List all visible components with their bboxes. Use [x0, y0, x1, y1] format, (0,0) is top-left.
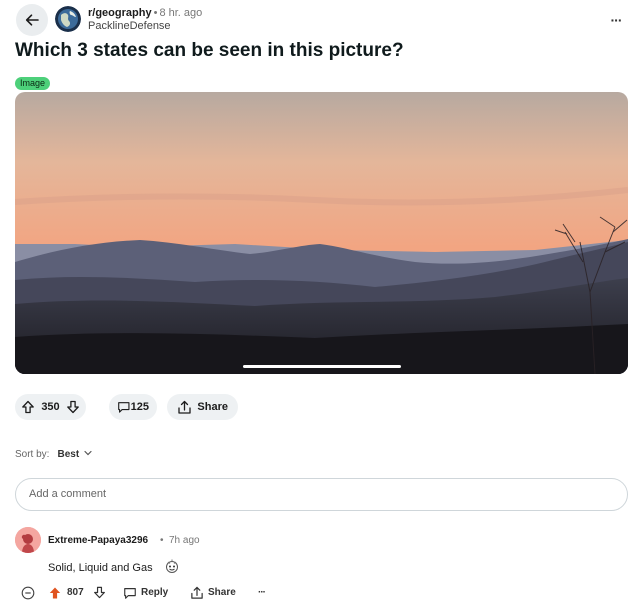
share-label: Share [208, 587, 236, 598]
share-icon [191, 586, 203, 599]
sort-dropdown[interactable]: Best [57, 449, 79, 460]
subreddit-name[interactable]: r/geography [88, 7, 152, 19]
post-time: 8 hr. ago [159, 7, 203, 19]
comment-time: 7h ago [169, 535, 200, 546]
comment-share-button[interactable]: Share [190, 585, 236, 600]
carousel-indicator [243, 365, 401, 368]
avatar[interactable] [15, 527, 41, 553]
meta-separator: • [153, 7, 158, 19]
reply-label: Reply [141, 587, 169, 598]
comment-count: 125 [130, 401, 149, 413]
collapse-button[interactable] [21, 585, 35, 600]
post-header: r/geography • 8 hr. ago PacklineDefense ··… [16, 4, 628, 36]
sort-label: Sort by: [15, 449, 50, 460]
comments-button[interactable]: 125 [109, 394, 157, 420]
award-icon[interactable] [164, 558, 180, 574]
subreddit-avatar[interactable] [55, 6, 81, 32]
back-button[interactable] [16, 4, 48, 36]
chevron-down-icon[interactable] [84, 450, 92, 456]
minus-circle-icon [21, 586, 35, 599]
post-meta: r/geography • 8 hr. ago PacklineDefense [88, 5, 202, 33]
more-options-button[interactable]: ··· [604, 10, 628, 30]
comment-author[interactable]: Extreme-Papaya3296 [48, 535, 148, 546]
comment-more-button[interactable]: ··· [258, 585, 266, 600]
reply-button[interactable]: Reply [123, 585, 168, 600]
arrow-left-icon [25, 14, 39, 26]
post-author[interactable]: PacklineDefense [88, 20, 202, 33]
share-button[interactable]: Share [167, 394, 238, 420]
comment-body: Solid, Liquid and Gas [48, 562, 153, 574]
comment-vote-count: 807 [67, 587, 84, 598]
meta-separator: • [160, 535, 164, 546]
landscape-photo [15, 92, 628, 374]
upvote-icon[interactable] [21, 400, 35, 414]
vote-pill: 350 [15, 394, 86, 420]
post-image[interactable] [15, 92, 628, 374]
upvote-filled-icon [49, 587, 61, 598]
sort-control: Sort by: Best [15, 449, 92, 460]
downvote-button[interactable] [93, 585, 106, 600]
upvote-button[interactable] [48, 585, 62, 600]
reply-icon [124, 587, 136, 599]
add-comment-input[interactable]: Add a comment [15, 478, 628, 511]
post-flair[interactable]: Image [15, 77, 51, 90]
share-label: Share [197, 401, 228, 413]
comment-actions: 807 Reply Share ··· [21, 585, 321, 600]
vote-count: 350 [41, 401, 60, 413]
comment-icon [118, 402, 130, 413]
downvote-icon[interactable] [66, 400, 80, 414]
share-icon [178, 400, 191, 414]
post-title: Which 3 states can be seen in this pictu… [15, 40, 404, 61]
downvote-icon [94, 586, 105, 599]
